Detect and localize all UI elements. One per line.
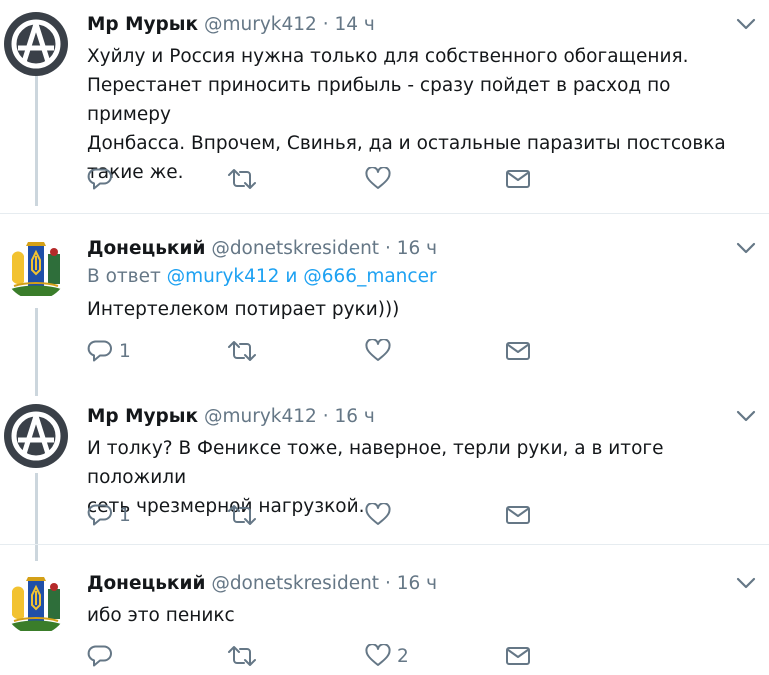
separator-dot: · bbox=[322, 14, 329, 35]
reply-prefix: В ответ bbox=[87, 266, 161, 287]
reply-icon bbox=[87, 504, 112, 526]
direct-message-button[interactable] bbox=[505, 500, 531, 530]
tweet-separator bbox=[0, 213, 769, 214]
tweet-text-line: Перестанет приносить прибыль - сразу пой… bbox=[87, 75, 671, 125]
chevron-down-icon bbox=[736, 410, 756, 422]
retweet-button[interactable] bbox=[227, 164, 263, 194]
reply-button[interactable]: 1 bbox=[87, 500, 131, 530]
user-handle[interactable]: @muryk412 bbox=[204, 14, 317, 35]
like-button[interactable]: 2 bbox=[365, 641, 409, 671]
tweet[interactable]: Донецький @donetskresident · 16 ч ибо эт… bbox=[0, 571, 769, 671]
avatar[interactable] bbox=[4, 404, 68, 468]
user-handle[interactable]: @muryk412 bbox=[204, 406, 317, 427]
like-button[interactable] bbox=[365, 336, 397, 366]
user-name[interactable]: Мр Мурык bbox=[87, 14, 198, 35]
tweet[interactable]: Мр Мурык @muryk412 · 16 ч И толку? В Фен… bbox=[0, 404, 769, 536]
heart-icon bbox=[365, 167, 391, 189]
reply-icon bbox=[87, 340, 112, 362]
reply-count: 1 bbox=[119, 340, 131, 362]
tweet-text-line: И толку? В Фениксе тоже, наверное, терли… bbox=[87, 438, 664, 488]
like-button[interactable] bbox=[365, 500, 397, 530]
avatar[interactable] bbox=[4, 12, 68, 76]
heart-icon bbox=[365, 339, 391, 361]
chevron-down-icon bbox=[736, 242, 756, 254]
tweet-actions: 2 bbox=[87, 641, 547, 671]
tweet-header: Донецький @donetskresident · 16 ч bbox=[87, 236, 437, 262]
direct-message-button[interactable] bbox=[505, 641, 531, 671]
reply-button[interactable] bbox=[87, 641, 119, 671]
separator-dot: · bbox=[322, 406, 329, 427]
heart-icon bbox=[365, 503, 391, 525]
reply-context: В ответ @muryk412 и @666_mancer bbox=[87, 266, 437, 287]
tweet[interactable]: Донецький @donetskresident · 16 ч В отве… bbox=[0, 236, 769, 376]
mention-link[interactable]: @muryk412 bbox=[167, 266, 280, 287]
retweet-icon bbox=[228, 646, 256, 666]
tweet-text-line: Хуйлу и Россия нужна только для собствен… bbox=[87, 46, 689, 67]
reply-conjunction: и bbox=[285, 266, 298, 287]
tweet-text: Интертелеком потирает руки))) bbox=[87, 295, 759, 324]
direct-message-button[interactable] bbox=[505, 336, 531, 366]
retweet-icon bbox=[228, 169, 256, 189]
avatar[interactable] bbox=[4, 236, 68, 300]
avatar[interactable] bbox=[4, 571, 68, 635]
envelope-icon bbox=[506, 647, 530, 665]
tweet-text: ибо это пеникс bbox=[87, 601, 759, 630]
envelope-icon bbox=[506, 342, 530, 360]
tweet-text-line: Донбасса. Впрочем, Свинья, да и остальны… bbox=[87, 133, 726, 154]
coat-of-arms-icon bbox=[4, 571, 68, 635]
timestamp[interactable]: 16 ч bbox=[397, 238, 437, 259]
tweet-text-line: Интертелеком потирает руки))) bbox=[87, 299, 400, 320]
reply-count: 1 bbox=[119, 504, 131, 526]
anarchy-symbol-icon bbox=[4, 12, 68, 76]
reply-button[interactable] bbox=[87, 164, 119, 194]
retweet-button[interactable] bbox=[227, 641, 263, 671]
tweet-actions bbox=[87, 164, 547, 194]
like-count: 2 bbox=[397, 645, 409, 667]
more-menu-button[interactable] bbox=[735, 240, 757, 256]
more-menu-button[interactable] bbox=[735, 16, 757, 32]
like-button[interactable] bbox=[365, 164, 397, 194]
tweet[interactable]: Мр Мурык @muryk412 · 14 ч Хуйлу и Россия… bbox=[0, 12, 769, 208]
coat-of-arms-icon bbox=[4, 236, 68, 300]
heart-icon bbox=[365, 644, 391, 666]
reply-icon bbox=[87, 645, 112, 667]
more-menu-button[interactable] bbox=[735, 408, 757, 424]
tweet-header: Мр Мурык @muryk412 · 16 ч bbox=[87, 404, 375, 430]
direct-message-button[interactable] bbox=[505, 164, 531, 194]
tweet-text-line: ибо это пеникс bbox=[87, 605, 235, 626]
retweet-button[interactable] bbox=[227, 500, 263, 530]
tweet-header: Донецький @donetskresident · 16 ч bbox=[87, 571, 437, 597]
timestamp[interactable]: 16 ч bbox=[397, 573, 437, 594]
retweet-icon bbox=[228, 341, 256, 361]
tweet-separator bbox=[0, 544, 769, 545]
chevron-down-icon bbox=[736, 577, 756, 589]
envelope-icon bbox=[506, 506, 530, 524]
envelope-icon bbox=[506, 170, 530, 188]
reply-icon bbox=[87, 168, 112, 190]
more-menu-button[interactable] bbox=[735, 575, 757, 591]
separator-dot: · bbox=[384, 573, 391, 594]
tweet-header: Мр Мурык @muryk412 · 14 ч bbox=[87, 12, 375, 38]
tweet-actions: 1 bbox=[87, 500, 547, 530]
user-name[interactable]: Донецький bbox=[87, 573, 205, 594]
user-handle[interactable]: @donetskresident bbox=[211, 238, 379, 259]
chevron-down-icon bbox=[736, 18, 756, 30]
retweet-icon bbox=[228, 505, 256, 525]
reply-button[interactable]: 1 bbox=[87, 336, 131, 366]
retweet-button[interactable] bbox=[227, 336, 263, 366]
user-name[interactable]: Мр Мурык bbox=[87, 406, 198, 427]
timestamp[interactable]: 16 ч bbox=[334, 406, 374, 427]
tweet-actions: 1 bbox=[87, 336, 547, 366]
user-name[interactable]: Донецький bbox=[87, 238, 205, 259]
separator-dot: · bbox=[384, 238, 391, 259]
mention-link[interactable]: @666_mancer bbox=[303, 266, 436, 287]
anarchy-symbol-icon bbox=[4, 404, 68, 468]
user-handle[interactable]: @donetskresident bbox=[211, 573, 379, 594]
timestamp[interactable]: 14 ч bbox=[334, 14, 374, 35]
